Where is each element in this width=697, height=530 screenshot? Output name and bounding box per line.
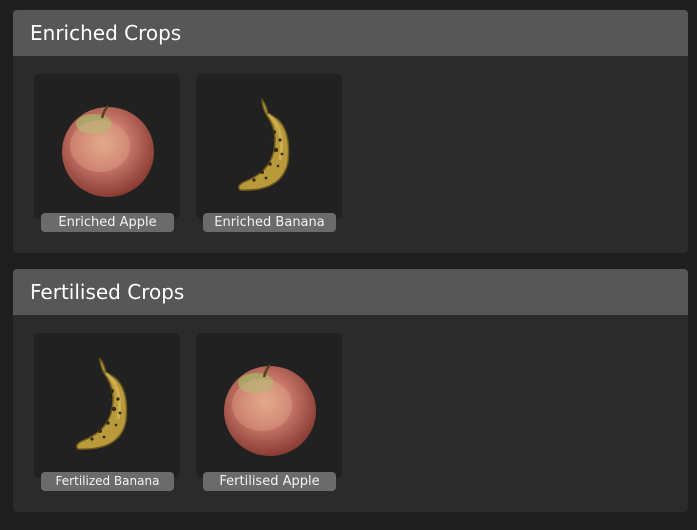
crop-label: Enriched Banana <box>203 213 336 232</box>
crop-label: Fertilised Apple <box>203 472 336 491</box>
crop-tile-fertilised-apple[interactable]: Fertilised Apple <box>196 333 342 491</box>
crop-label: Fertilized Banana <box>41 472 174 491</box>
section-header: Fertilised Crops <box>13 269 688 315</box>
crop-tile-fertilized-banana[interactable]: Fertilized Banana <box>34 333 180 491</box>
apple-icon <box>224 364 316 456</box>
section-fertilised-crops: Fertilised Crops Fertilized Banana Ferti… <box>13 269 688 512</box>
section-enriched-crops: Enriched Crops Enriched Apple Enriched B… <box>13 10 688 253</box>
crop-label: Enriched Apple <box>41 213 174 232</box>
section-title: Fertilised Crops <box>30 280 185 304</box>
banana-icon <box>237 98 290 191</box>
crop-tile-enriched-apple[interactable]: Enriched Apple <box>34 74 180 232</box>
banana-icon <box>75 357 128 450</box>
section-title: Enriched Crops <box>30 21 182 45</box>
section-header: Enriched Crops <box>13 10 688 56</box>
section-body: Fertilized Banana Fertilised Apple <box>13 315 688 512</box>
section-body: Enriched Apple Enriched Banana <box>13 56 688 253</box>
apple-icon <box>62 105 154 197</box>
crop-tile-enriched-banana[interactable]: Enriched Banana <box>196 74 342 232</box>
